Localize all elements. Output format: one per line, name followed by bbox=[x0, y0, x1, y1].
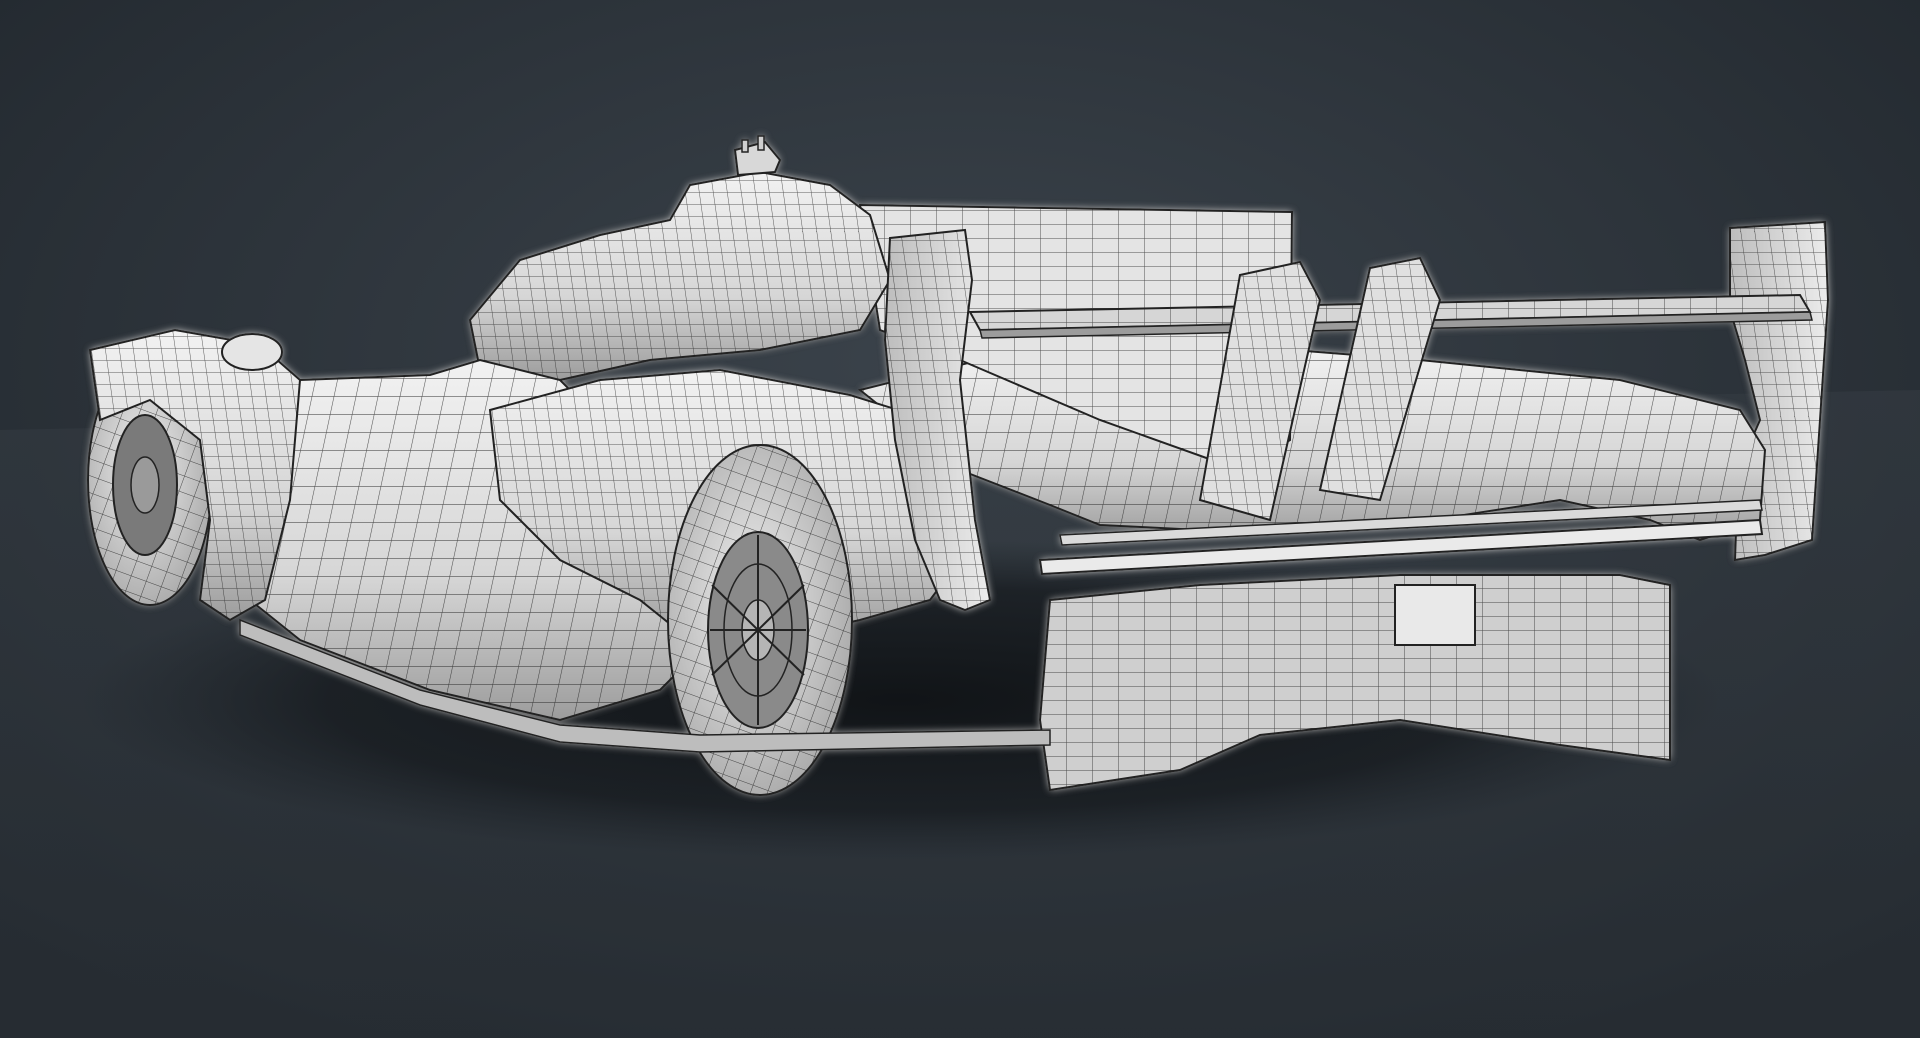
mirror bbox=[221, 333, 283, 371]
rain-light bbox=[1394, 584, 1476, 646]
render-viewport bbox=[0, 0, 1920, 1038]
